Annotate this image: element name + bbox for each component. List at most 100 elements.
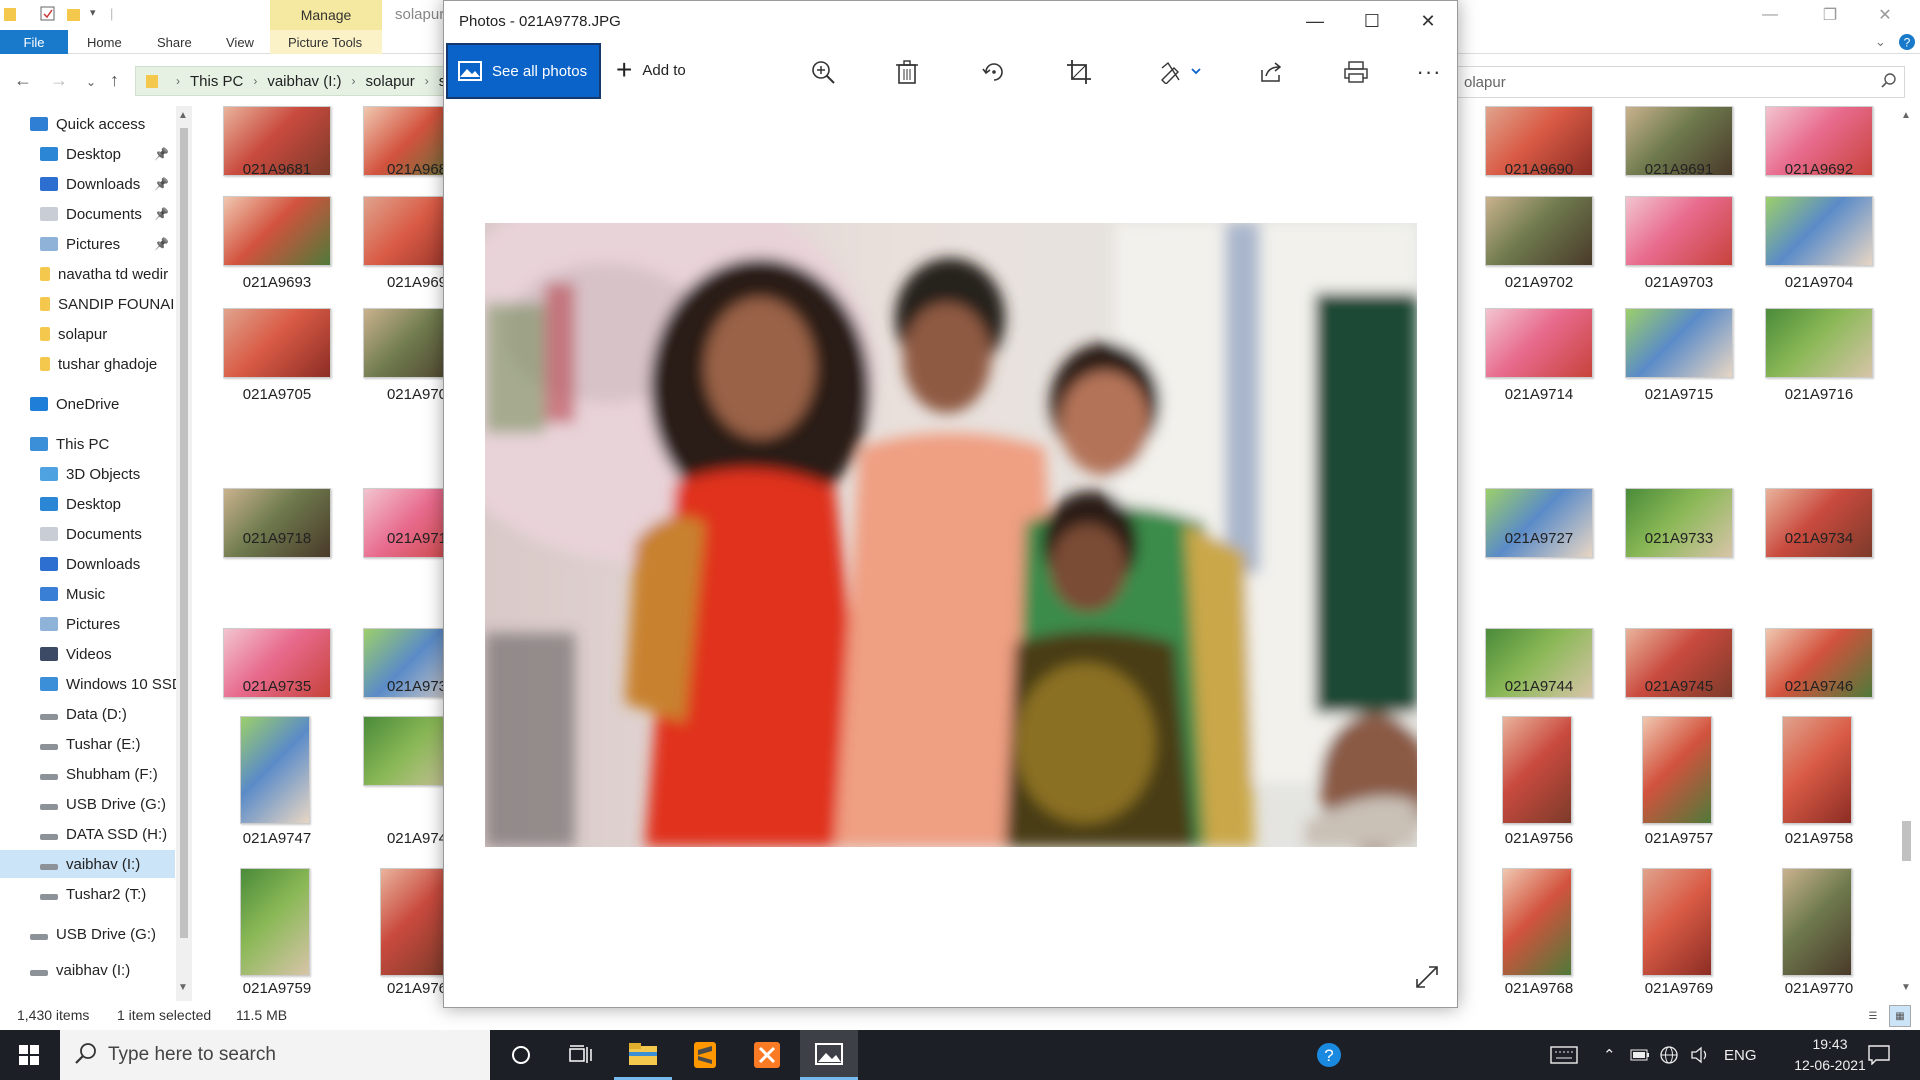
file-item[interactable]: 021A9705 [203,302,333,452]
sidebar-item[interactable]: Tushar2 (T:) [0,880,175,908]
pin-icon[interactable]: 📌 [154,147,169,161]
expand-ribbon-icon[interactable]: ⌄ [1875,30,1886,54]
taskbar-search-input[interactable]: Type here to search [60,1030,490,1080]
scrollbar-thumb[interactable] [180,128,188,938]
large-icons-view-icon[interactable]: ▦ [1889,1005,1911,1027]
cortana-icon[interactable] [492,1030,550,1080]
sidebar-item[interactable]: USB Drive (G:) [0,920,175,948]
pin-icon[interactable]: 📌 [154,207,169,221]
print-icon[interactable] [1339,55,1373,89]
see-all-photos-button[interactable]: See all photos [446,43,601,99]
minimize-icon[interactable]: — [1747,0,1793,30]
restore-icon[interactable]: ❐ [1807,0,1853,30]
manage-tab[interactable]: Manage [270,0,382,30]
file-item[interactable]: 021A9756 [1465,710,1595,860]
edit-and-create-icon[interactable] [1156,55,1206,89]
action-center-icon[interactable] [1868,1030,1890,1080]
sidebar-item[interactable]: solapur [0,320,175,348]
file-item[interactable]: 021A9715 [1605,302,1735,452]
up-arrow-icon[interactable]: ↑ [110,70,119,91]
sidebar-item[interactable]: vaibhav (I:) [0,956,175,984]
tab-home[interactable]: Home [87,30,122,54]
search-input[interactable]: olapur [1455,66,1905,98]
sidebar-item[interactable]: Desktop [0,490,175,518]
file-item[interactable]: 021A9759 [203,858,333,1001]
sidebar-item[interactable]: Pictures 📌 [0,230,175,258]
sidebar-item[interactable]: OneDrive [0,390,175,418]
tab-picture-tools[interactable]: Picture Tools [270,30,382,54]
file-item[interactable]: 021A9734 [1745,446,1875,596]
network-globe-icon[interactable] [1660,1030,1678,1080]
close-icon[interactable]: ✕ [1399,1,1457,41]
volume-icon[interactable] [1690,1030,1710,1080]
xampp-icon[interactable] [738,1030,796,1080]
navigation-pane-scrollbar[interactable]: ▲ ▼ [176,106,192,1001]
file-item[interactable]: 021A9747 [203,710,333,860]
full-screen-icon[interactable] [1414,964,1442,992]
forward-arrow-icon[interactable]: → [50,70,68,91]
address-bar[interactable]: › This PC › vaibhav (I:) › solapur › so [135,66,465,96]
sidebar-item[interactable]: Windows 10 SSD [0,670,176,698]
sidebar-item[interactable]: Downloads 📌 [0,170,175,198]
sidebar-item[interactable]: Tushar (E:) [0,730,175,758]
zoom-in-icon[interactable] [806,55,840,89]
delete-icon[interactable] [890,55,924,89]
properties-icon[interactable] [40,6,56,24]
pin-icon[interactable]: 📌 [154,237,169,251]
add-to-button[interactable]: + Add to [616,56,686,84]
scroll-up-icon[interactable]: ▲ [178,110,188,121]
show-hidden-icons-icon[interactable]: ⌃ [1603,1030,1616,1080]
sidebar-item[interactable]: Documents [0,520,175,548]
sidebar-item[interactable]: Downloads [0,550,175,578]
task-view-icon[interactable] [552,1030,610,1080]
file-item[interactable]: 021A9714 [1465,302,1595,452]
share-icon[interactable] [1254,55,1288,89]
details-view-icon[interactable]: ☰ [1862,1005,1884,1027]
file-item[interactable]: 021A9769 [1605,858,1735,1001]
sidebar-item[interactable]: Videos [0,640,175,668]
maximize-icon[interactable]: ☐ [1343,1,1401,41]
sublime-text-icon[interactable] [676,1030,734,1080]
file-item[interactable]: 021A9727 [1465,446,1595,596]
minimize-icon[interactable]: — [1286,1,1344,41]
sidebar-item[interactable]: This PC [0,430,175,458]
sidebar-item[interactable]: Music [0,580,175,608]
back-arrow-icon[interactable]: ← [14,70,32,91]
clock[interactable]: 19:43 12-06-2021 [1785,1034,1875,1076]
sidebar-item[interactable]: Pictures [0,610,175,638]
file-item[interactable]: 021A9716 [1745,302,1875,452]
sidebar-item[interactable]: Data (D:) [0,700,175,728]
search-icon[interactable] [1881,73,1896,92]
help-tips-icon[interactable]: ? [1300,1030,1358,1080]
rotate-icon[interactable] [977,55,1011,89]
sidebar-item[interactable]: navatha td wedir [0,260,175,288]
scroll-up-icon[interactable]: ▲ [1901,110,1911,121]
breadcrumb-solapur[interactable]: solapur [366,73,415,90]
new-folder-icon[interactable] [67,6,81,24]
file-item[interactable]: 021A9718 [203,446,333,596]
pin-icon[interactable]: 📌 [154,177,169,191]
file-grid-scrollbar[interactable]: ▲ ▼ [1898,106,1916,1001]
more-options-icon[interactable]: ··· [1412,55,1446,89]
sidebar-item[interactable]: USB Drive (G:) [0,790,175,818]
sidebar-item[interactable]: Desktop 📌 [0,140,175,168]
sidebar-item[interactable]: 3D Objects [0,460,175,488]
photos-taskbar-icon[interactable] [800,1030,858,1080]
sidebar-item[interactable]: Documents 📌 [0,200,175,228]
touch-keyboard-icon[interactable] [1550,1030,1578,1080]
breadcrumb-drive[interactable]: vaibhav (I:) [267,73,341,90]
file-item[interactable]: 021A9758 [1745,710,1875,860]
sidebar-item[interactable]: Quick access [0,110,175,138]
scroll-down-icon[interactable]: ▼ [1901,982,1911,993]
help-icon[interactable]: ? [1898,30,1916,54]
recent-locations-icon[interactable]: ⌄ [86,75,96,89]
file-item[interactable]: 021A9770 [1745,858,1875,1001]
sidebar-item[interactable]: Shubham (F:) [0,760,175,788]
breadcrumb-this-pc[interactable]: This PC [190,73,243,90]
crop-icon[interactable] [1062,55,1096,89]
close-icon[interactable]: ✕ [1862,0,1908,30]
tab-file[interactable]: File [0,30,68,54]
customize-qat-icon[interactable]: ▾ [90,6,96,24]
sidebar-item[interactable]: tushar ghadoje [0,350,175,378]
scrollbar-thumb[interactable] [1902,821,1911,861]
